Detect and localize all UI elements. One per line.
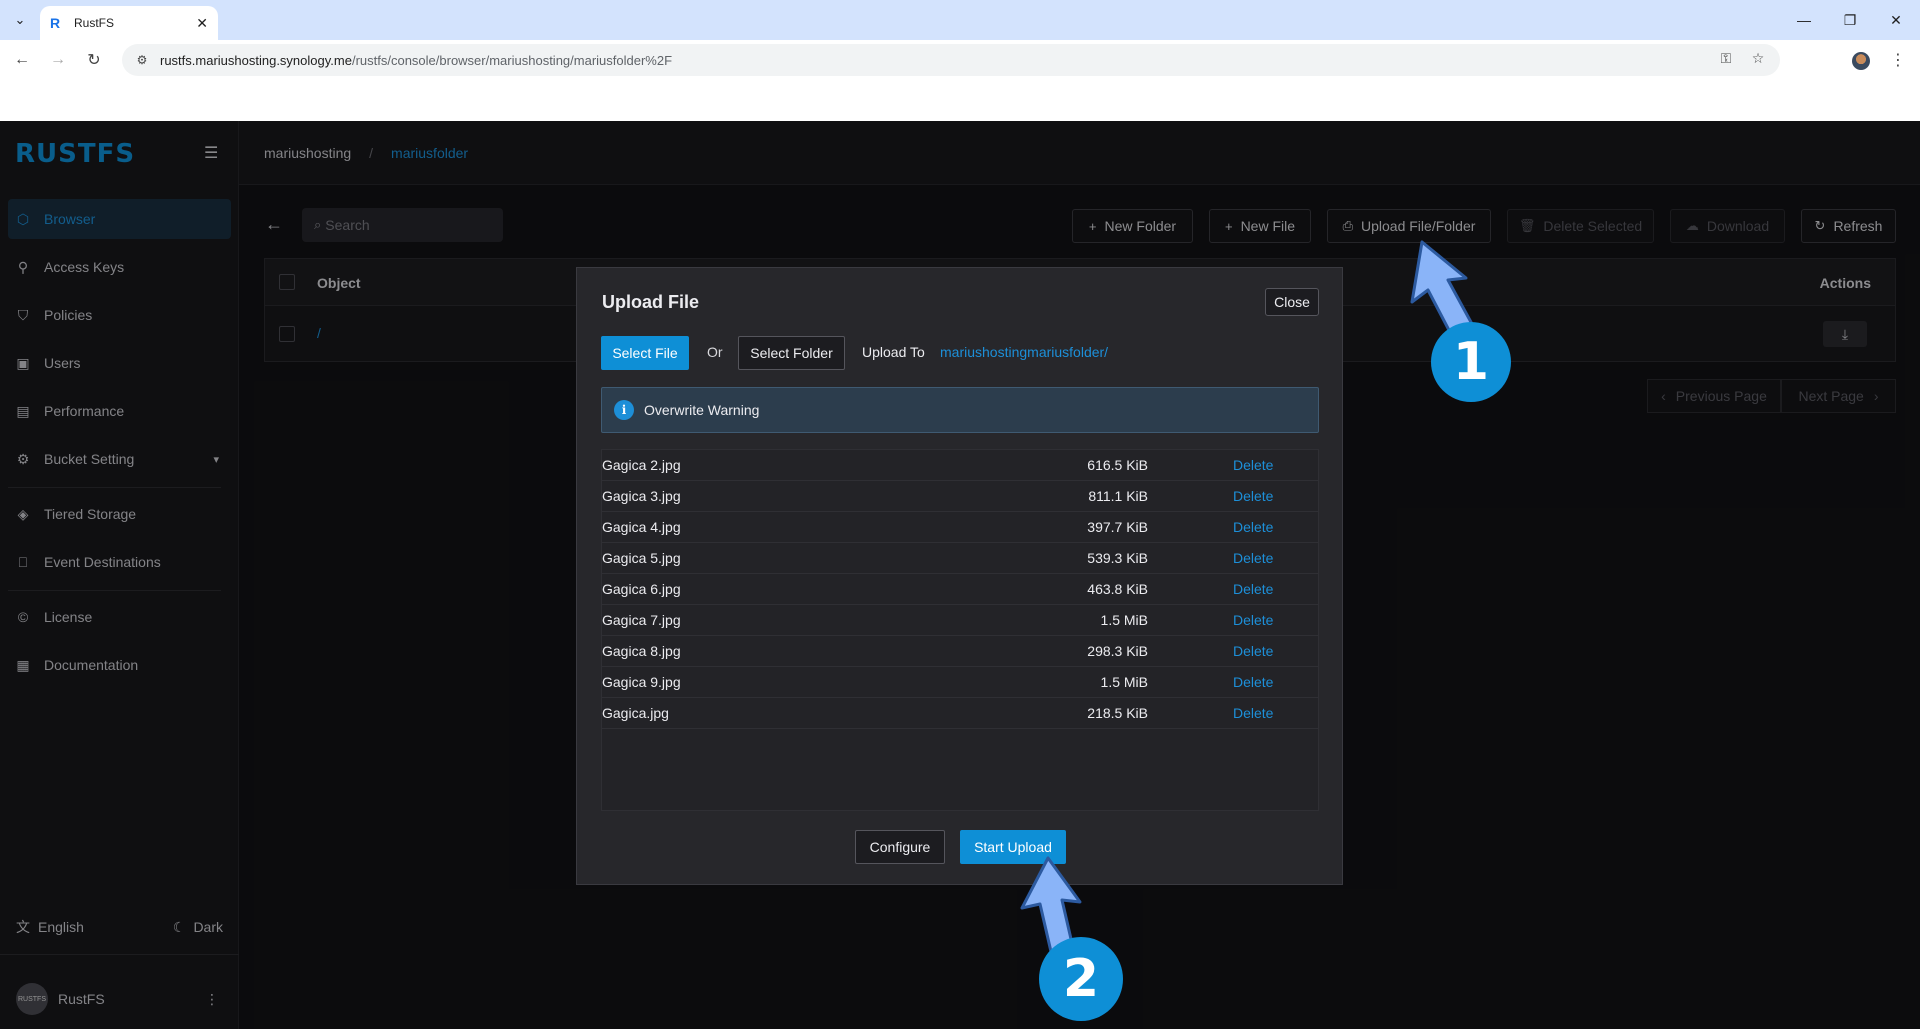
minimize-icon[interactable]: — bbox=[1792, 8, 1816, 32]
list-item: Gagica 6.jpg 463.8 KiB Delete bbox=[602, 574, 1318, 605]
upload-file-list: Gagica 2.jpg 616.5 KiB Delete Gagica 3.j… bbox=[601, 449, 1319, 811]
file-size: 298.3 KiB bbox=[1087, 643, 1148, 659]
list-item: Gagica 8.jpg 298.3 KiB Delete bbox=[602, 636, 1318, 667]
info-icon: i bbox=[614, 400, 634, 420]
delete-file-link[interactable]: Delete bbox=[1233, 674, 1273, 690]
step-2-badge: 2 bbox=[1039, 937, 1123, 1021]
url-path: /rustfs/console/browser/mariushosting/ma… bbox=[351, 52, 673, 68]
dialog-title: Upload File bbox=[602, 292, 700, 312]
tab-close-icon[interactable]: ✕ bbox=[196, 15, 208, 32]
file-name: Gagica 4.jpg bbox=[602, 519, 681, 535]
browser-tab[interactable]: R RustFS ✕ bbox=[40, 6, 218, 40]
file-size: 1.5 MiB bbox=[1100, 612, 1148, 628]
warning-text: Overwrite Warning bbox=[644, 402, 760, 418]
rustfs-favicon-icon: R bbox=[50, 15, 61, 31]
restore-icon[interactable]: ❐ bbox=[1838, 8, 1862, 32]
delete-file-link[interactable]: Delete bbox=[1233, 705, 1273, 721]
address-bar[interactable]: ⚙ rustfs.mariushosting.synology.me /rust… bbox=[122, 44, 1780, 76]
configure-button[interactable]: Configure bbox=[855, 830, 945, 864]
browser-tab-bar: ⌄ R RustFS ✕ — ❐ ✕ bbox=[0, 0, 1920, 40]
list-item: Gagica 7.jpg 1.5 MiB Delete bbox=[602, 605, 1318, 636]
list-item: Gagica 9.jpg 1.5 MiB Delete bbox=[602, 667, 1318, 698]
delete-file-link[interactable]: Delete bbox=[1233, 519, 1273, 535]
reload-icon[interactable]: ↻ bbox=[82, 48, 106, 72]
file-name: Gagica.jpg bbox=[602, 705, 669, 721]
upload-file-dialog: Upload File Close Select File Or Select … bbox=[576, 267, 1343, 885]
list-item: Gagica 2.jpg 616.5 KiB Delete bbox=[602, 450, 1318, 481]
upload-to-label: Upload To bbox=[862, 344, 925, 360]
back-icon[interactable]: ← bbox=[10, 48, 34, 72]
file-name: Gagica 7.jpg bbox=[602, 612, 681, 628]
delete-file-link[interactable]: Delete bbox=[1233, 581, 1273, 597]
browser-toolbar: ← → ↻ ⚙ rustfs.mariushosting.synology.me… bbox=[0, 40, 1920, 80]
delete-file-link[interactable]: Delete bbox=[1233, 550, 1273, 566]
file-name: Gagica 8.jpg bbox=[602, 643, 681, 659]
file-size: 397.7 KiB bbox=[1087, 519, 1148, 535]
delete-file-link[interactable]: Delete bbox=[1233, 612, 1273, 628]
list-item: Gagica.jpg 218.5 KiB Delete bbox=[602, 698, 1318, 729]
or-label: Or bbox=[707, 344, 723, 360]
window-close-icon[interactable]: ✕ bbox=[1884, 8, 1908, 32]
file-size: 539.3 KiB bbox=[1087, 550, 1148, 566]
bookmark-star-icon[interactable]: ☆ bbox=[1748, 48, 1768, 68]
delete-file-link[interactable]: Delete bbox=[1233, 643, 1273, 659]
list-item: Gagica 5.jpg 539.3 KiB Delete bbox=[602, 543, 1318, 574]
file-name: Gagica 9.jpg bbox=[602, 674, 681, 690]
tab-title: RustFS bbox=[74, 16, 115, 30]
file-size: 463.8 KiB bbox=[1087, 581, 1148, 597]
profile-avatar[interactable] bbox=[1852, 52, 1870, 70]
file-name: Gagica 5.jpg bbox=[602, 550, 681, 566]
forward-icon[interactable]: → bbox=[46, 48, 70, 72]
overwrite-warning-banner: i Overwrite Warning bbox=[601, 387, 1319, 433]
select-file-button[interactable]: Select File bbox=[601, 336, 689, 370]
list-item: Gagica 3.jpg 811.1 KiB Delete bbox=[602, 481, 1318, 512]
file-size: 218.5 KiB bbox=[1087, 705, 1148, 721]
file-size: 1.5 MiB bbox=[1100, 674, 1148, 690]
file-name: Gagica 2.jpg bbox=[602, 457, 681, 473]
delete-file-link[interactable]: Delete bbox=[1233, 488, 1273, 504]
delete-file-link[interactable]: Delete bbox=[1233, 457, 1273, 473]
step-1-badge: 1 bbox=[1431, 322, 1511, 402]
list-item: Gagica 4.jpg 397.7 KiB Delete bbox=[602, 512, 1318, 543]
file-name: Gagica 6.jpg bbox=[602, 581, 681, 597]
file-size: 811.1 KiB bbox=[1088, 488, 1148, 504]
browser-menu-icon[interactable]: ⋮ bbox=[1890, 50, 1906, 72]
site-info-icon[interactable]: ⚙ bbox=[134, 52, 150, 68]
file-name: Gagica 3.jpg bbox=[602, 488, 681, 504]
url-host: rustfs.mariushosting.synology.me bbox=[160, 52, 352, 68]
password-key-icon[interactable]: ⚿ bbox=[1716, 48, 1736, 68]
select-folder-button[interactable]: Select Folder bbox=[738, 336, 845, 370]
close-button[interactable]: Close bbox=[1265, 288, 1319, 316]
file-size: 616.5 KiB bbox=[1087, 457, 1148, 473]
upload-to-path: mariushostingmariusfolder/ bbox=[940, 344, 1109, 360]
page-top-strip bbox=[0, 80, 1920, 121]
tab-search-button[interactable]: ⌄ bbox=[8, 8, 32, 32]
